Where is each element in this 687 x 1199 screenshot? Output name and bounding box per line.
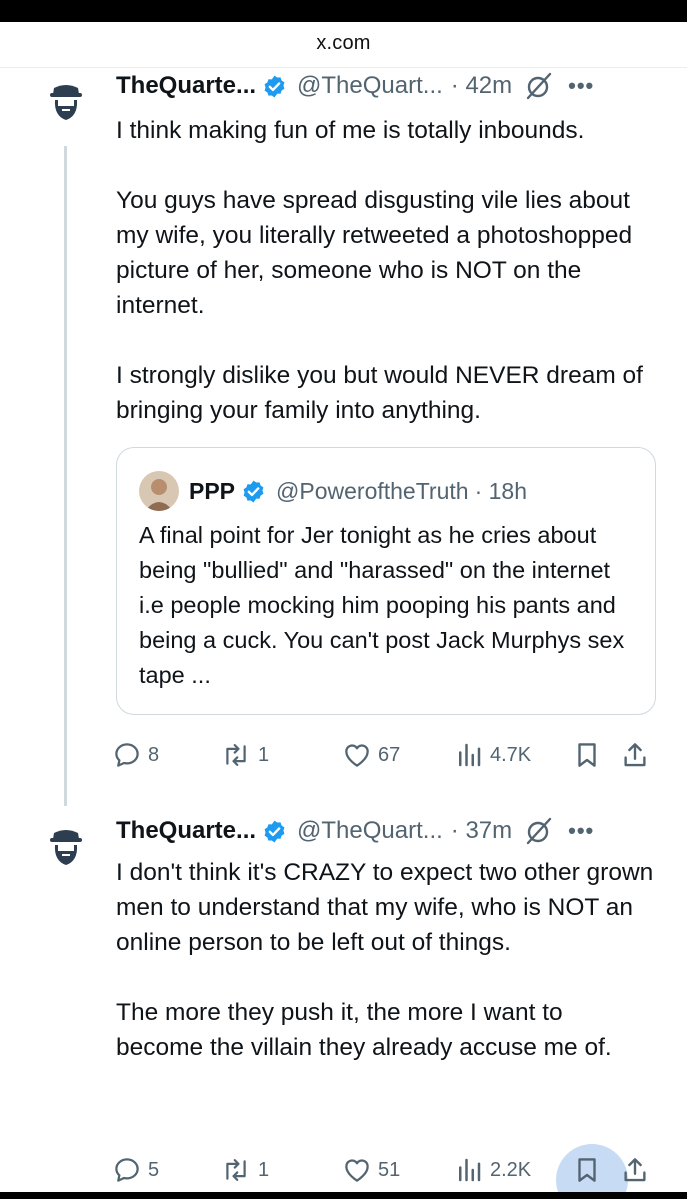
grok-icon[interactable] (524, 816, 554, 846)
tweet-paragraph: I strongly dislike you but would NEVER d… (116, 362, 643, 424)
address-bar[interactable]: x.com (0, 22, 687, 68)
quoted-handle[interactable]: @PoweroftheTruth (276, 478, 469, 505)
user-handle[interactable]: @TheQuart... (297, 817, 443, 845)
verified-badge-icon[interactable] (241, 479, 266, 504)
more-icon[interactable]: ••• (568, 818, 594, 844)
tweet-paragraph: I don't think it's CRAZY to expect two o… (116, 859, 654, 956)
quoted-display-name[interactable]: PPP (189, 478, 235, 505)
reply-button[interactable]: 8 (112, 738, 159, 772)
tweet-paragraph: You guys have spread disgusting vile lie… (116, 187, 633, 319)
quoted-tweet-header: PPP @PoweroftheTruth · 18h (139, 471, 527, 511)
bookmark-icon (578, 743, 596, 767)
tweet-paragraph: I think making fun of me is totally inbo… (116, 117, 585, 144)
views-icon (459, 743, 481, 767)
display-name[interactable]: TheQuarte... (116, 817, 256, 845)
quoted-timestamp[interactable]: · 18h (475, 478, 527, 505)
user-handle[interactable]: @TheQuart... (297, 72, 443, 100)
tweet-text: I think making fun of me is totally inbo… (116, 113, 656, 428)
thread-line (64, 146, 67, 806)
reply-icon (115, 743, 139, 767)
tweet-paragraph: The more they push it, the more I want t… (116, 999, 612, 1061)
tweet-actions: 8 1 67 4.7K (112, 738, 657, 772)
heart-icon (345, 744, 369, 767)
bookmark-icon (578, 1158, 596, 1182)
tweet-header: TheQuarte... @TheQuart... · 42m ••• (116, 70, 594, 102)
bottom-bar (0, 1192, 687, 1199)
quoted-tweet[interactable]: PPP @PoweroftheTruth · 18h A final point… (116, 447, 656, 715)
views-button[interactable]: 4.7K (454, 738, 531, 772)
grok-icon[interactable] (524, 71, 554, 101)
quoted-tweet-text: A final point for Jer tonight as he crie… (139, 522, 625, 688)
reply-count: 8 (148, 743, 160, 766)
verified-badge-icon[interactable] (262, 74, 287, 99)
repost-icon (226, 744, 246, 766)
timestamp[interactable]: · 42m (451, 72, 512, 100)
status-bar (0, 0, 687, 22)
bookmark-button[interactable] (572, 1153, 602, 1187)
tweet-text: I don't think it's CRAZY to expect two o… (116, 855, 656, 1065)
repost-count: 1 (258, 743, 270, 766)
tweet-actions-overlay (112, 1153, 657, 1187)
share-button[interactable] (620, 1153, 650, 1187)
share-icon (624, 743, 646, 767)
share-icon (624, 1158, 646, 1182)
display-name[interactable]: TheQuarte... (116, 72, 256, 100)
like-count: 67 (378, 743, 401, 766)
like-button[interactable]: 67 (342, 738, 400, 772)
bookmark-button[interactable] (572, 738, 602, 772)
verified-badge-icon[interactable] (262, 819, 287, 844)
url-text: x.com (316, 32, 371, 54)
share-button[interactable] (620, 738, 650, 772)
avatar-icon[interactable] (44, 825, 88, 869)
view-count: 4.7K (490, 743, 532, 766)
tweet-header: TheQuarte... @TheQuart... · 37m ••• (116, 815, 594, 847)
avatar-icon[interactable] (44, 80, 88, 124)
quoted-avatar[interactable] (139, 471, 179, 511)
timestamp[interactable]: · 37m (451, 817, 512, 845)
more-icon[interactable]: ••• (568, 73, 594, 99)
repost-button[interactable]: 1 (220, 738, 269, 772)
